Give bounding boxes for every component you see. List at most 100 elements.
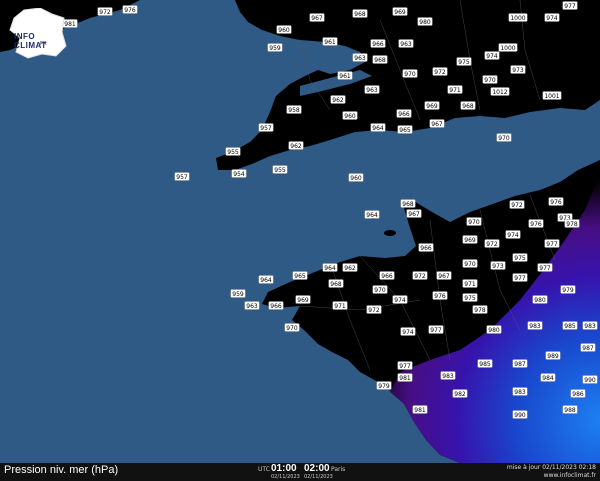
station-pressure-label: 971: [332, 301, 348, 310]
station-pressure-label: 983: [582, 321, 598, 330]
svg-text:958: 958: [288, 107, 300, 114]
station-pressure-label: 961: [337, 71, 353, 80]
station-pressure-label: 977: [544, 239, 560, 248]
svg-text:980: 980: [488, 327, 500, 334]
svg-text:967: 967: [438, 273, 450, 280]
station-pressure-label: 977: [562, 1, 578, 10]
svg-text:969: 969: [297, 297, 309, 304]
svg-text:964: 964: [372, 125, 384, 132]
station-pressure-label: 976: [528, 219, 544, 228]
svg-text:977: 977: [430, 327, 442, 334]
svg-text:960: 960: [350, 175, 362, 182]
station-pressure-label: 986: [570, 389, 586, 398]
svg-text:969: 969: [394, 9, 406, 16]
station-pressure-label: 978: [564, 219, 580, 228]
svg-text:968: 968: [462, 103, 474, 110]
site-link[interactable]: www.infoclimat.fr: [544, 472, 596, 479]
svg-text:983: 983: [584, 323, 596, 330]
station-pressure-label: 969: [462, 235, 478, 244]
station-pressure-label: 964: [322, 263, 338, 272]
station-pressure-label: 975: [456, 57, 472, 66]
svg-text:964: 964: [366, 212, 378, 219]
station-pressure-label: 990: [582, 375, 598, 384]
station-pressure-label: 955: [225, 147, 241, 156]
station-pressure-label: 978: [472, 305, 488, 314]
svg-text:971: 971: [464, 281, 476, 288]
station-pressure-label: 962: [288, 141, 304, 150]
svg-text:977: 977: [564, 3, 576, 10]
utc-time: 01:00: [271, 463, 297, 474]
update-timestamp: mise à jour 02/11/2023 02:18: [506, 464, 596, 471]
svg-text:959: 959: [232, 291, 244, 298]
station-pressure-label: 965: [292, 271, 308, 280]
svg-text:976: 976: [550, 199, 562, 206]
svg-text:1000: 1000: [510, 15, 525, 22]
infoclimat-logo: INFO CLIMAT FR: [6, 7, 70, 60]
station-pressure-label: 972: [432, 67, 448, 76]
station-pressure-label: 972: [484, 239, 500, 248]
station-pressure-label: 983: [440, 371, 456, 380]
station-pressure-label: 970: [462, 259, 478, 268]
station-pressure-label: 976: [122, 5, 138, 14]
svg-text:972: 972: [434, 69, 446, 76]
local-time: 02:00: [304, 463, 330, 474]
station-pressure-label: 976: [548, 197, 564, 206]
svg-text:960: 960: [344, 113, 356, 120]
station-pressure-label: 974: [505, 230, 521, 239]
svg-text:990: 990: [514, 412, 526, 419]
station-pressure-label: 980: [532, 295, 548, 304]
svg-text:984: 984: [542, 375, 554, 382]
station-pressure-label: 981: [412, 405, 428, 414]
station-pressure-label: 968: [400, 199, 416, 208]
svg-text:970: 970: [286, 325, 298, 332]
svg-text:972: 972: [414, 273, 426, 280]
svg-text:970: 970: [404, 71, 416, 78]
station-pressure-label: 961: [322, 37, 338, 46]
station-pressure-label: 985: [562, 321, 578, 330]
station-pressure-label: 972: [366, 305, 382, 314]
svg-text:970: 970: [464, 261, 476, 268]
station-pressure-label: 963: [352, 53, 368, 62]
station-pressure-label: 1000: [498, 43, 518, 52]
station-pressure-label: 967: [309, 13, 325, 22]
footer-bar: Pression niv. mer (hPa) UTC 01:00 02/11/…: [0, 463, 600, 481]
station-pressure-label: 968: [372, 55, 388, 64]
station-pressure-label: 972: [97, 7, 113, 16]
station-pressure-label: 983: [527, 321, 543, 330]
svg-text:966: 966: [398, 111, 410, 118]
station-pressure-label: 977: [537, 263, 553, 272]
station-pressure-label: 974: [400, 327, 416, 336]
svg-text:967: 967: [408, 211, 420, 218]
station-pressure-label: 987: [512, 359, 528, 368]
svg-text:970: 970: [374, 287, 386, 294]
station-pressure-label: 958: [286, 105, 302, 114]
svg-text:976: 976: [530, 221, 542, 228]
svg-text:967: 967: [311, 15, 323, 22]
station-pressure-label: 980: [417, 17, 433, 26]
svg-text:988: 988: [564, 407, 576, 414]
local-date: 02/11/2023: [304, 474, 333, 480]
svg-text:974: 974: [546, 15, 558, 22]
svg-text:969: 969: [426, 103, 438, 110]
svg-text:985: 985: [479, 361, 491, 368]
station-pressure-label: 955: [272, 165, 288, 174]
svg-text:979: 979: [378, 383, 390, 390]
svg-text:976: 976: [124, 7, 136, 14]
svg-text:987: 987: [582, 345, 594, 352]
station-pressure-label: 979: [560, 285, 576, 294]
svg-text:972: 972: [368, 307, 380, 314]
svg-text:979: 979: [562, 287, 574, 294]
station-pressure-label: 969: [392, 7, 408, 16]
station-pressure-label: 972: [412, 271, 428, 280]
svg-text:964: 964: [324, 265, 336, 272]
svg-text:965: 965: [399, 127, 411, 134]
utc-date: 02/11/2023: [271, 474, 300, 480]
station-pressure-label: 969: [295, 295, 311, 304]
station-pressure-label: 987: [580, 343, 596, 352]
station-pressure-label: 959: [230, 289, 246, 298]
station-pressure-label: 966: [379, 271, 395, 280]
svg-text:969: 969: [464, 237, 476, 244]
station-pressure-label: 979: [376, 381, 392, 390]
svg-text:986: 986: [572, 391, 584, 398]
svg-text:957: 957: [176, 174, 188, 181]
